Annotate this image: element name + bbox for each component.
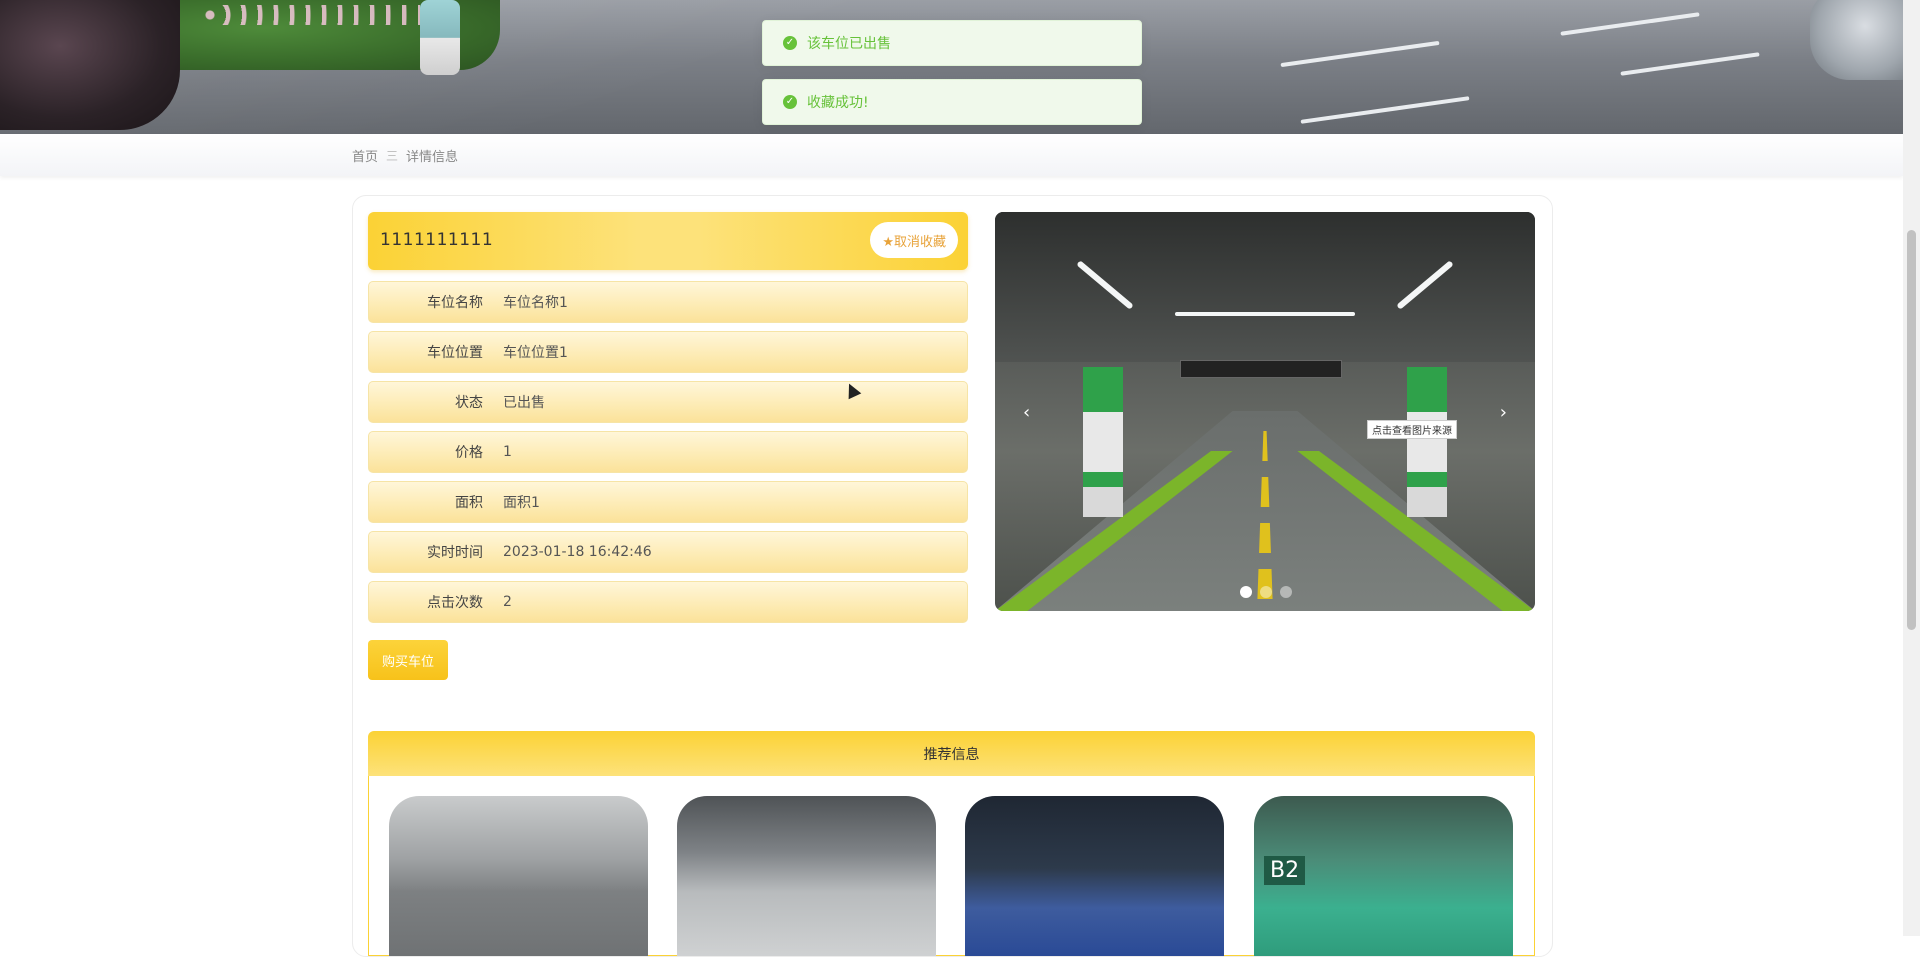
- detail-value: 1: [503, 444, 512, 460]
- detail-label: 点击次数: [427, 595, 483, 611]
- unfavorite-button[interactable]: ★取消收藏: [870, 222, 958, 258]
- carousel-dot[interactable]: [1260, 586, 1272, 598]
- carousel-pillar: [1083, 367, 1123, 517]
- carousel-dot[interactable]: [1240, 586, 1252, 598]
- banner-car-left: [0, 0, 180, 130]
- toast-text: 收藏成功!: [807, 95, 869, 111]
- banner-pedestrian: [420, 0, 460, 75]
- success-check-icon: ✓: [783, 36, 797, 50]
- breadcrumb-home-link[interactable]: 首页: [352, 146, 378, 165]
- exit-sign: [1180, 360, 1342, 378]
- detail-row: 点击次数 2: [368, 581, 968, 623]
- buy-parking-space-button[interactable]: 购买车位: [368, 640, 448, 680]
- carousel-pillar: [1407, 367, 1447, 517]
- toast-message: ✓ 该车位已出售: [762, 20, 1142, 66]
- breadcrumb: 首页 三 详情信息: [352, 146, 458, 165]
- detail-label: 价格: [455, 445, 483, 461]
- recommend-header: 推荐信息: [368, 731, 1535, 776]
- banner-car-right: [1810, 0, 1903, 80]
- detail-label: 状态: [455, 395, 483, 411]
- detail-label: 车位位置: [427, 345, 483, 361]
- toast-message: ✓ 收藏成功!: [762, 79, 1142, 125]
- breadcrumb-bar: 首页 三 详情信息: [0, 134, 1903, 176]
- detail-value: 已出售: [503, 395, 545, 411]
- carousel-slide-image: [995, 212, 1535, 362]
- detail-row: 车位位置 车位位置1: [368, 331, 968, 373]
- breadcrumb-separator: 三: [386, 149, 399, 163]
- breadcrumb-current: 详情信息: [406, 150, 459, 165]
- detail-value: 面积1: [503, 495, 540, 511]
- banner-flowers: [200, 5, 420, 25]
- recommend-item-image[interactable]: [965, 796, 1224, 956]
- scrollbar-thumb[interactable]: [1907, 230, 1916, 630]
- detail-row: 面积 面积1: [368, 481, 968, 523]
- detail-title-bar: 1111111111 ★取消收藏: [368, 212, 968, 270]
- detail-row: 车位名称 车位名称1: [368, 281, 968, 323]
- detail-value: 2: [503, 594, 512, 610]
- detail-row: 状态 已出售: [368, 381, 968, 423]
- detail-value: 车位名称1: [503, 295, 568, 311]
- image-source-hint[interactable]: 点击查看图片来源: [1367, 420, 1457, 439]
- success-check-icon: ✓: [783, 95, 797, 109]
- toast-text: 该车位已出售: [807, 36, 891, 52]
- detail-title: 1111111111: [380, 230, 494, 250]
- ceiling-light: [1175, 312, 1355, 316]
- recommend-item-image[interactable]: [677, 796, 936, 956]
- detail-label: 面积: [455, 495, 483, 511]
- floor-tag: B2: [1264, 856, 1306, 885]
- carousel-dot[interactable]: [1280, 586, 1292, 598]
- page-scrollbar[interactable]: [1903, 0, 1920, 936]
- carousel-indicators: [1240, 586, 1292, 598]
- recommend-title: 推荐信息: [923, 746, 980, 763]
- carousel-next-arrow-icon[interactable]: ›: [1500, 402, 1507, 423]
- carousel-prev-arrow-icon[interactable]: ‹: [1023, 402, 1030, 423]
- detail-row: 实时时间 2023-01-18 16:42:46: [368, 531, 968, 573]
- detail-row: 价格 1: [368, 431, 968, 473]
- detail-label: 车位名称: [427, 295, 483, 311]
- recommend-item-image[interactable]: [389, 796, 648, 956]
- detail-value: 车位位置1: [503, 345, 568, 361]
- recommend-item-image[interactable]: B2: [1254, 796, 1513, 956]
- detail-value: 2023-01-18 16:42:46: [503, 544, 652, 560]
- image-carousel[interactable]: ‹ › 点击查看图片来源: [995, 212, 1535, 611]
- detail-label: 实时时间: [427, 545, 483, 561]
